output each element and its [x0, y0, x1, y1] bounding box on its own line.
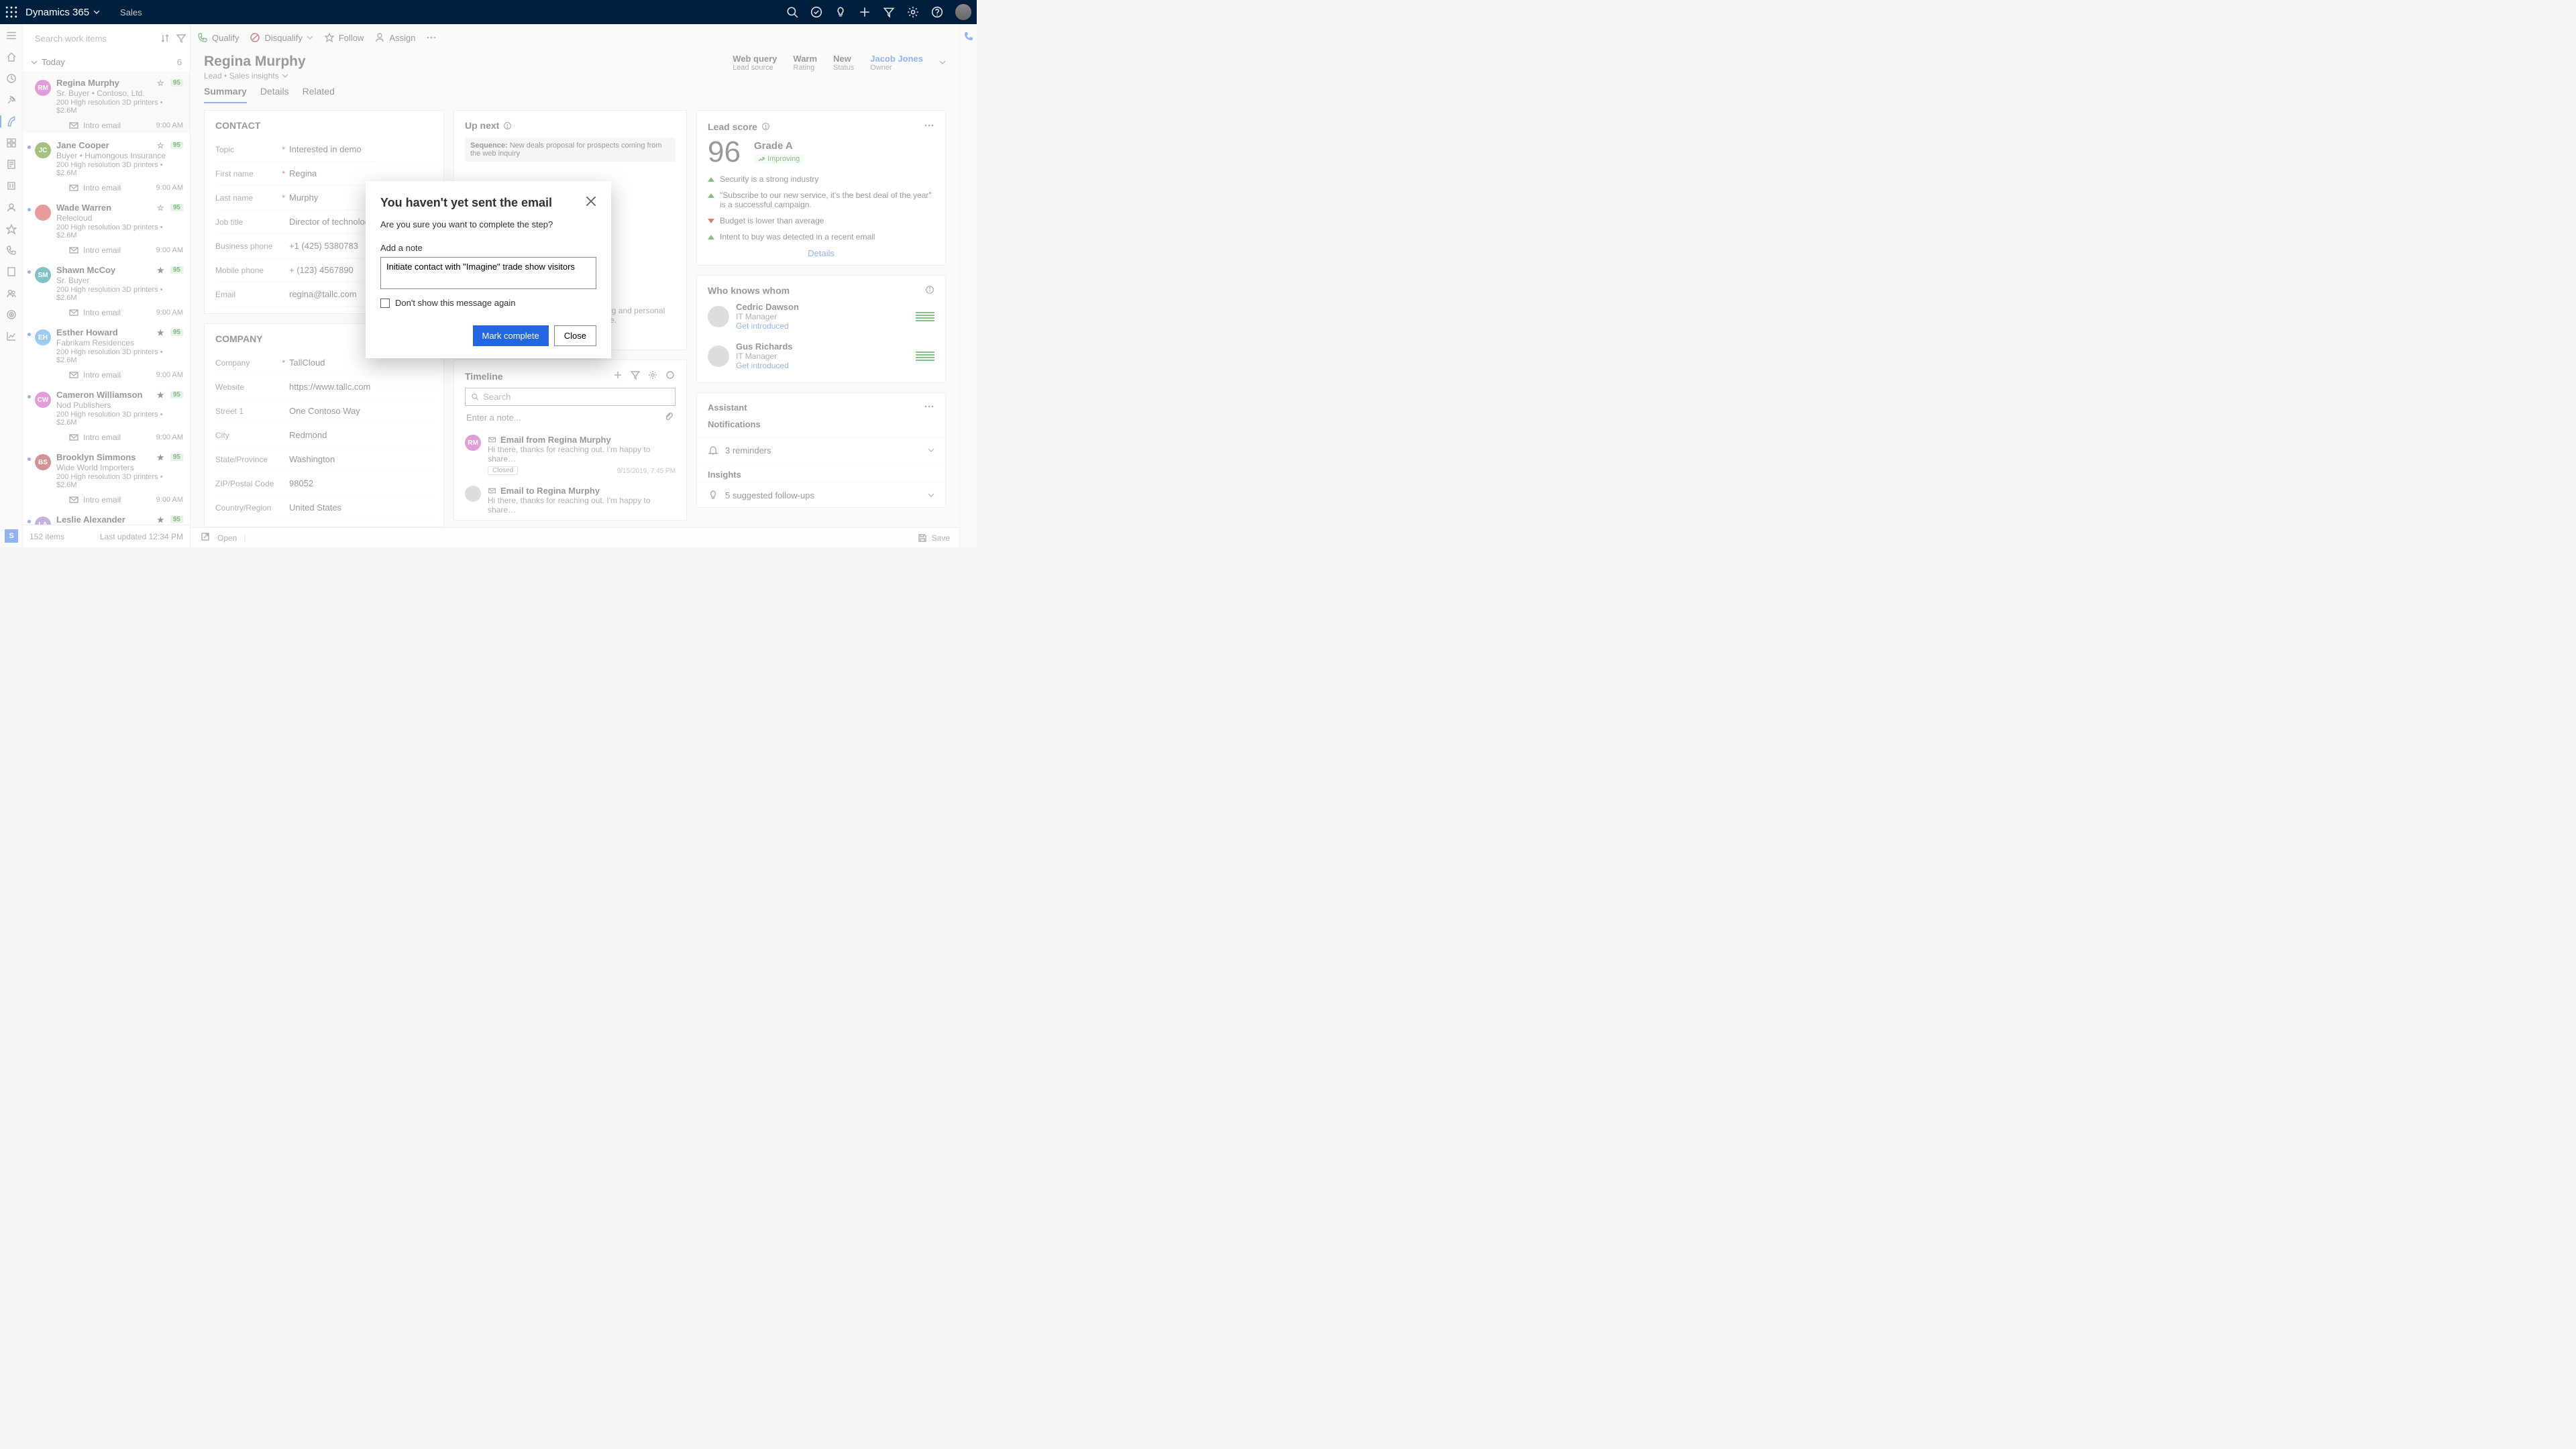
app-launcher-icon[interactable] [5, 6, 17, 18]
close-icon[interactable] [586, 196, 596, 207]
modal-wrapper: You haven't yet sent the email Are you s… [0, 24, 977, 547]
top-bar: Dynamics 365 Sales [0, 0, 977, 24]
mark-complete-button[interactable]: Mark complete [473, 325, 549, 346]
filter-icon[interactable] [883, 6, 895, 18]
gear-icon[interactable] [907, 6, 919, 18]
bulb-icon[interactable] [835, 6, 847, 18]
app-area[interactable]: Sales [120, 7, 142, 17]
modal-body: Are you sure you want to complete the st… [380, 219, 596, 229]
help-icon[interactable] [931, 6, 943, 18]
modal-title: You haven't yet sent the email [380, 196, 552, 210]
modal-dont-show[interactable]: Don't show this message again [380, 298, 596, 308]
modal-note-label: Add a note [380, 243, 596, 253]
task-check-icon[interactable] [810, 6, 822, 18]
confirm-modal: You haven't yet sent the email Are you s… [366, 181, 611, 358]
search-icon[interactable] [786, 6, 798, 18]
plus-icon[interactable] [859, 6, 871, 18]
app-name[interactable]: Dynamics 365 [25, 7, 100, 18]
modal-note-input[interactable] [380, 257, 596, 289]
user-avatar[interactable] [955, 4, 971, 20]
checkbox-icon[interactable] [380, 299, 390, 308]
topbar-tools [786, 4, 971, 20]
close-button[interactable]: Close [554, 325, 596, 346]
